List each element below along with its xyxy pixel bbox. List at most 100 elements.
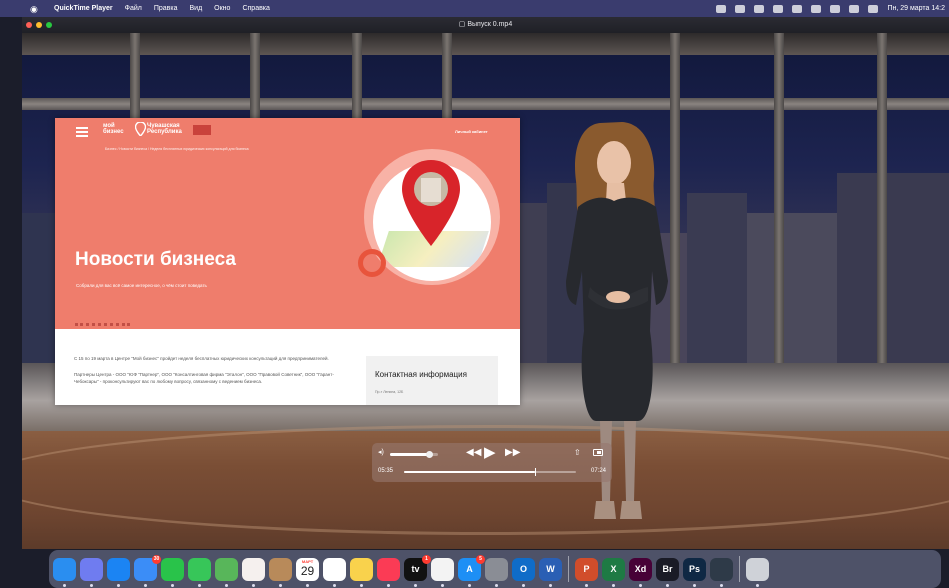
running-indicator [252, 583, 255, 587]
notification-badge: 5 [476, 554, 485, 564]
page-subtitle: Собрали для вас всё самое интересное, о … [76, 283, 207, 288]
dock-trash-icon[interactable] [746, 557, 769, 587]
keyboard-layout-icon[interactable] [754, 4, 765, 13]
creative-cloud-icon[interactable] [716, 4, 727, 13]
siri-icon[interactable] [868, 4, 879, 13]
running-indicator [495, 583, 498, 587]
notification-badge: 1 [422, 554, 431, 564]
running-indicator [441, 583, 444, 587]
dock-facetime-icon[interactable] [161, 557, 184, 587]
dock-reminders-icon[interactable] [323, 557, 346, 587]
logo-line2: бизнес [103, 129, 124, 135]
running-indicator [720, 583, 723, 587]
running-indicator [144, 583, 147, 587]
dock-photos-icon[interactable] [242, 557, 265, 587]
menu-window[interactable]: Окно [214, 5, 230, 12]
window-title: ▢ Выпуск 0.mp4 [22, 17, 949, 33]
window-mullion [877, 33, 887, 363]
dock-finder-icon[interactable] [53, 557, 76, 587]
fast-forward-button[interactable]: ▶▶ [505, 447, 520, 459]
running-indicator [387, 583, 390, 587]
dock-contacts-icon[interactable] [269, 557, 292, 587]
playback-controls[interactable]: ◂) ◀◀ ▶ ▶▶ ⇧ 05:35 07:24 [372, 443, 612, 482]
cabinet-link: Личный кабинет [455, 129, 488, 134]
battery-icon[interactable] [773, 4, 784, 13]
dock-safari-icon[interactable] [107, 557, 130, 587]
dock-mail-icon[interactable]: 30 [134, 554, 161, 587]
dock-adobe-xd-icon[interactable]: Xd [629, 557, 652, 587]
map-pin-icon [402, 160, 460, 246]
dock-quicktime-icon[interactable] [710, 557, 733, 587]
running-indicator [171, 583, 174, 587]
menu-file[interactable]: Файл [125, 5, 142, 12]
dock-word-icon[interactable]: W [539, 557, 562, 587]
contact-box: Контактная информация Пр-т Ленина, 12Б [366, 356, 498, 405]
volume-knob[interactable] [426, 451, 434, 458]
dock-maps-icon[interactable] [215, 557, 238, 587]
article-paragraph: Партнеры Центра - ООО "ЮФ "Партнер", ООО… [74, 372, 334, 384]
dock: 30 МАРТ 29 tv 1 A 5 O W P X Xd Br Ps [49, 550, 941, 588]
video-frame[interactable]: мой бизнес Чувашская Республика Личный к… [22, 33, 949, 549]
website-screenshot: мой бизнес Чувашская Республика Личный к… [55, 118, 520, 405]
menu-edit[interactable]: Правка [154, 5, 178, 12]
dock-adobe-bridge-icon[interactable]: Br [656, 557, 679, 587]
dock-app-store-icon[interactable]: A5 [458, 554, 485, 587]
dock-powerpoint-icon[interactable]: P [575, 557, 598, 587]
running-indicator [522, 583, 525, 587]
control-center-icon[interactable] [849, 4, 860, 13]
dock-messages-icon[interactable] [188, 557, 211, 587]
running-indicator [333, 583, 336, 587]
contact-address: Пр-т Ленина, 12Б [375, 390, 404, 394]
running-indicator [756, 583, 759, 587]
status-area: Пн, 29 марта 14:2 [716, 0, 945, 17]
timeline-scrubber[interactable] [404, 468, 576, 476]
user-icon[interactable] [811, 4, 822, 13]
dock-outlook-icon[interactable]: O [512, 557, 535, 587]
region-flag-icon [193, 125, 211, 135]
dock-excel-icon[interactable]: X [602, 557, 625, 587]
running-indicator [693, 583, 696, 587]
menu-clock[interactable]: Пн, 29 марта 14:2 [887, 5, 945, 12]
running-indicator [90, 583, 93, 587]
time-remaining: 07:24 [590, 468, 606, 474]
apple-icon[interactable]: ◉ [30, 4, 40, 14]
picture-in-picture-icon[interactable] [593, 449, 603, 456]
volume-icon[interactable]: ◂) [378, 449, 384, 457]
menu-icon [76, 127, 88, 137]
wifi-icon[interactable] [792, 4, 803, 13]
menu-app-name[interactable]: QuickTime Player [54, 5, 113, 12]
page-title: Новости бизнеса [75, 249, 236, 270]
dotted-divider [75, 323, 130, 328]
logo-region: Чувашская Республика [147, 123, 182, 135]
play-button[interactable]: ▶ [484, 444, 496, 461]
menu-help[interactable]: Справка [242, 5, 269, 12]
location-pin-logo-icon [135, 122, 146, 136]
search-icon[interactable] [830, 4, 841, 13]
volume-slider[interactable] [390, 451, 438, 458]
running-indicator [63, 583, 66, 587]
dock-music-icon[interactable] [377, 557, 400, 587]
dock-notes-icon[interactable] [350, 557, 373, 587]
share-icon[interactable]: ⇧ [574, 448, 583, 457]
volume-fill [390, 453, 430, 456]
dock-launchpad-icon[interactable] [80, 557, 103, 587]
running-indicator [639, 583, 642, 587]
window-crossbeam [22, 98, 949, 110]
dock-freeform-icon[interactable] [431, 557, 454, 587]
running-indicator [225, 583, 228, 587]
running-indicator [666, 583, 669, 587]
hero-banner: мой бизнес Чувашская Республика Личный к… [55, 118, 520, 329]
rewind-button[interactable]: ◀◀ [466, 447, 481, 459]
menu-view[interactable]: Вид [190, 5, 203, 12]
dock-tv-icon[interactable]: tv 1 [404, 554, 431, 587]
window-titlebar[interactable]: ▢ Выпуск 0.mp4 [22, 17, 949, 33]
notification-badge: 30 [152, 554, 161, 564]
article-body: С 15 по 19 марта в Центре "Мой бизнес" п… [74, 355, 344, 394]
dock-calendar-icon[interactable]: МАРТ 29 [296, 557, 319, 587]
window-title-text: Выпуск 0.mp4 [467, 21, 513, 28]
running-indicator [612, 583, 615, 587]
dock-system-preferences-icon[interactable] [485, 557, 508, 587]
dock-adobe-photoshop-icon[interactable]: Ps [683, 557, 706, 587]
playhead[interactable] [534, 468, 537, 476]
screen-record-icon[interactable] [735, 4, 746, 13]
